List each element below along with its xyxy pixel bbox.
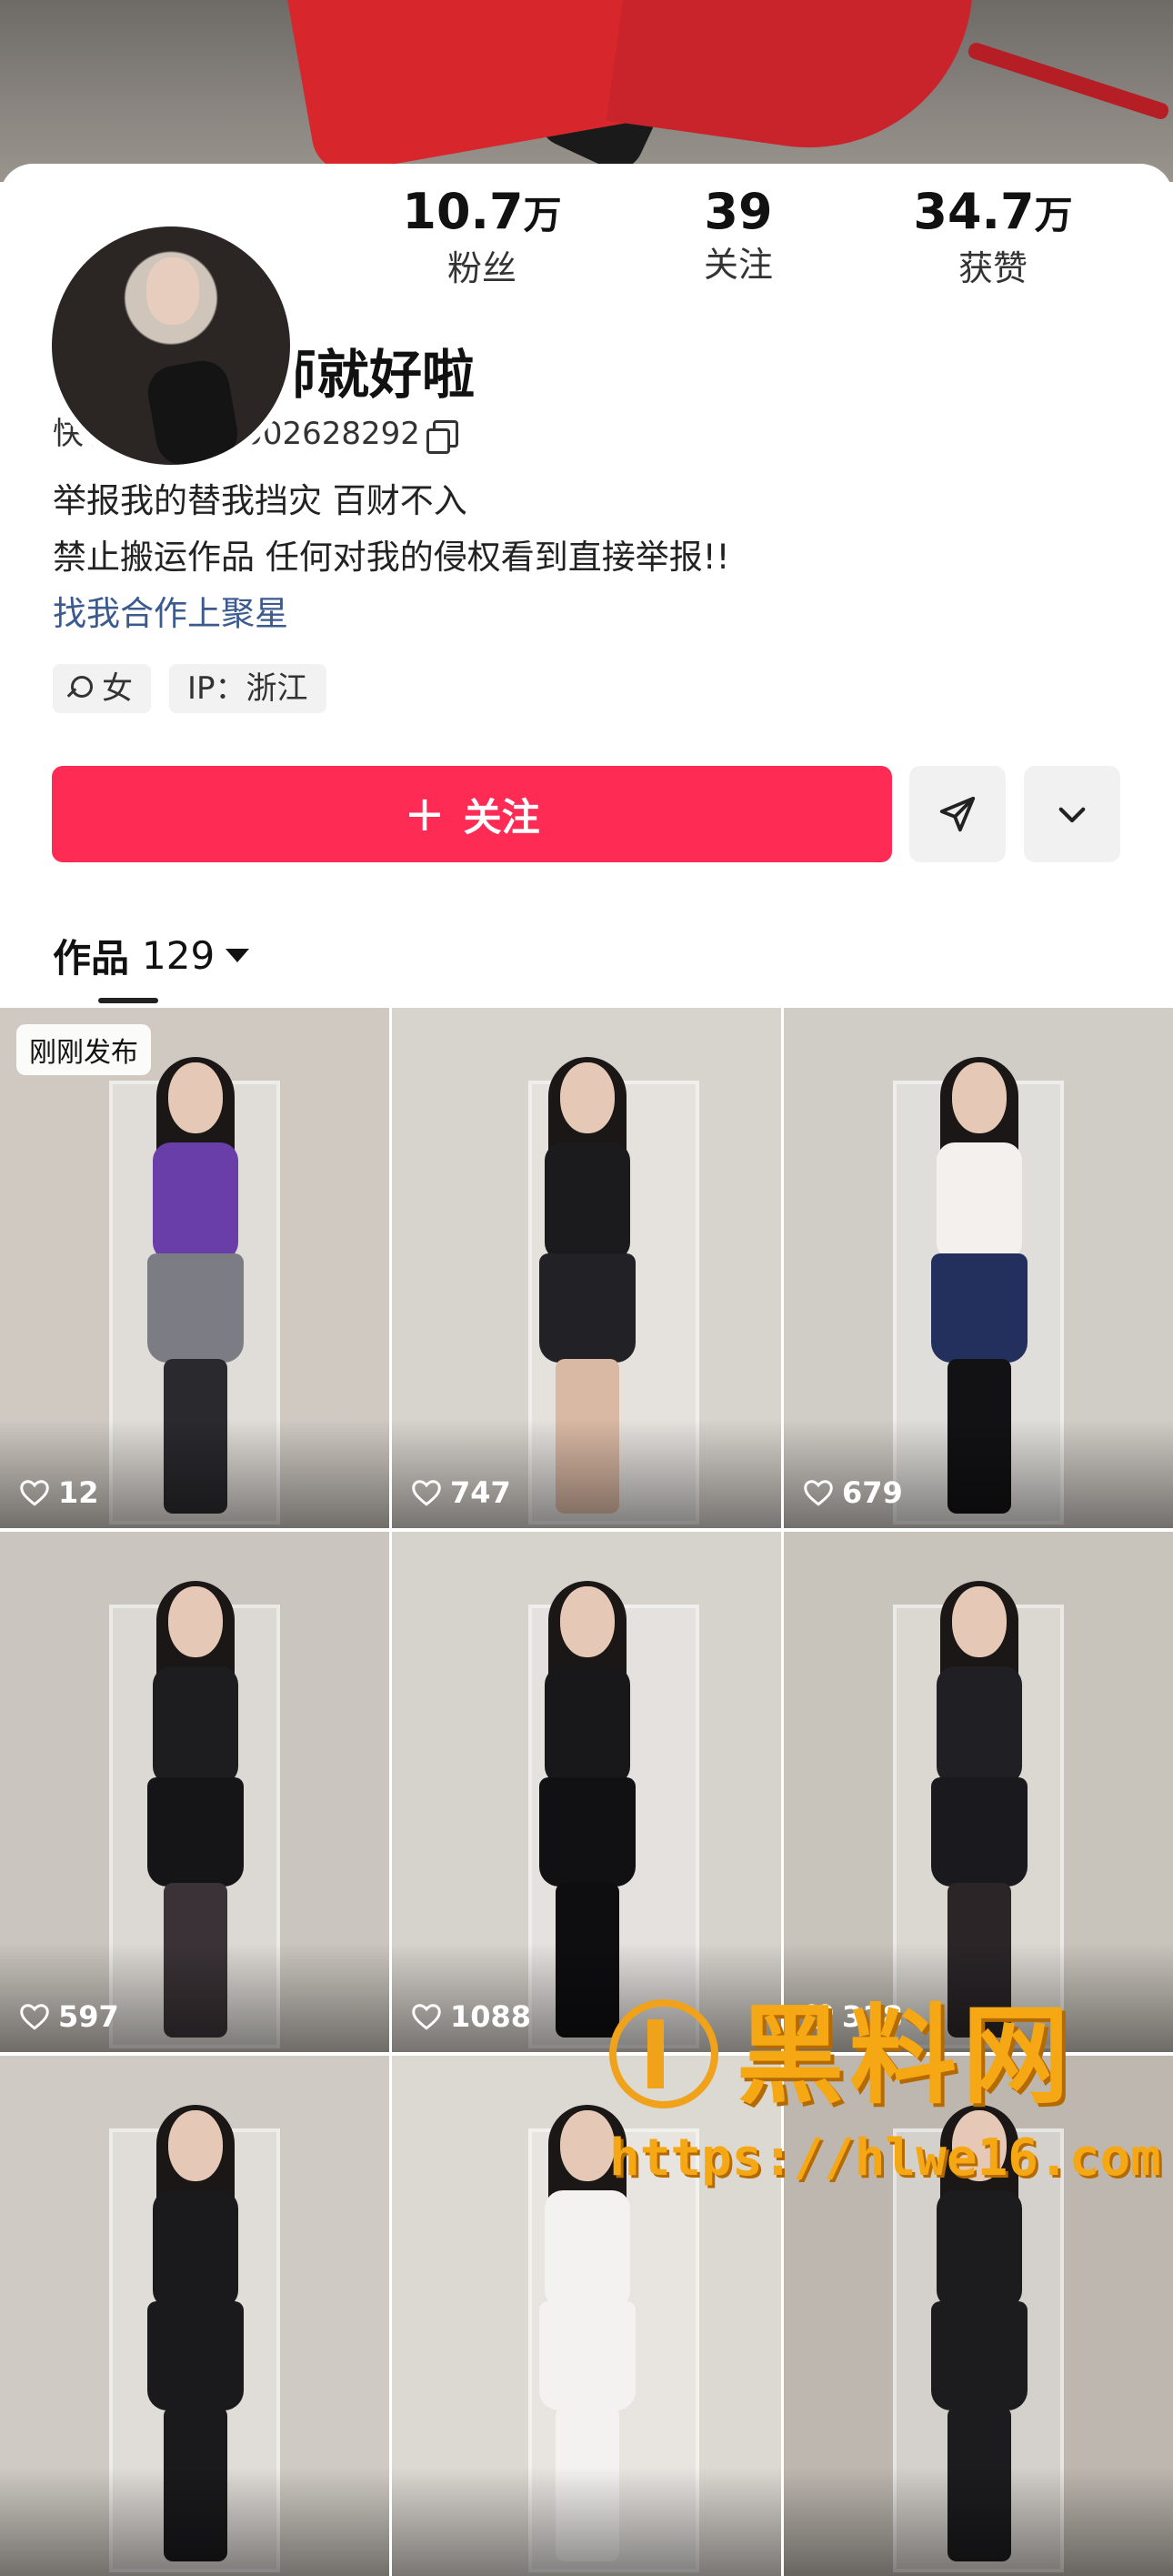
watermark: 黑料网 https://hlwe16.com: [600, 1992, 1173, 2210]
like-count-value: 747: [450, 1475, 511, 1510]
gender-label: 女: [102, 670, 133, 707]
cover-stiletto: [966, 40, 1171, 122]
follow-label: 关注: [463, 794, 540, 840]
tab-underline: [98, 998, 158, 1003]
work-thumbnail[interactable]: 747: [392, 1008, 781, 1528]
bio-line: 禁止搬运作品 任何对我的侵权看到直接举报!!: [53, 538, 730, 577]
following-stat[interactable]: 39 关注: [629, 182, 847, 287]
like-count-value: 597: [58, 1999, 119, 2034]
caret-down-icon: [226, 948, 250, 962]
share-button[interactable]: [909, 766, 1006, 862]
like-count: 747: [410, 1475, 511, 1510]
following-label: 关注: [703, 245, 773, 285]
like-count: 12: [18, 1475, 99, 1510]
likes-unit: 万: [1034, 193, 1073, 237]
send-icon: [939, 796, 976, 832]
thumbnail-shade: [0, 1943, 389, 2052]
following-count: 39: [704, 183, 773, 240]
like-count-value: 1088: [450, 1999, 532, 2034]
like-count-value: 12: [58, 1475, 99, 1510]
chevron-down-icon: [1058, 807, 1086, 823]
thumbnail-shade: [0, 2467, 389, 2576]
followers-stat[interactable]: 10.7万 粉丝: [373, 182, 591, 291]
heart-icon: [412, 1480, 441, 1506]
more-options-button[interactable]: [1024, 766, 1120, 862]
cover-red-heel-right: [606, 0, 977, 169]
ip-tag: IP：浙江: [169, 664, 326, 713]
works-tab-label: 作品: [53, 935, 130, 981]
gender-tag: 女: [53, 664, 151, 713]
bio-line: 举报我的替我挡灾 百财不入: [53, 481, 467, 520]
profile-bio: 举报我的替我挡灾 百财不入 禁止搬运作品 任何对我的侵权看到直接举报!! 找我合…: [53, 473, 729, 642]
work-thumbnail[interactable]: 1088: [392, 1532, 781, 2052]
works-count: 129: [142, 932, 216, 978]
like-count: 1088: [410, 1999, 531, 2034]
follow-button[interactable]: + 关注: [52, 766, 892, 862]
likes-count: 34.7: [913, 183, 1035, 240]
work-thumbnail[interactable]: 597: [0, 1532, 389, 2052]
female-icon: [71, 676, 93, 698]
thumbnail-shade: [392, 1419, 781, 1528]
heart-icon: [804, 1480, 833, 1506]
like-count-value: 679: [842, 1475, 903, 1510]
followers-label: 粉丝: [446, 248, 516, 288]
tab-works[interactable]: 作品 129: [53, 923, 250, 987]
watermark-text: 黑料网: [737, 1993, 1076, 2118]
heart-icon: [20, 2004, 49, 2030]
copy-icon[interactable]: [426, 420, 458, 454]
work-thumbnail[interactable]: 刚刚发布 12: [0, 1008, 389, 1528]
avatar-photo: [52, 226, 290, 465]
work-thumbnail[interactable]: 318: [784, 1532, 1173, 2052]
cover-image: [0, 0, 1173, 182]
followers-unit: 万: [523, 193, 562, 237]
cooperation-link[interactable]: 找我合作上聚星: [53, 586, 729, 642]
followers-count: 10.7: [402, 183, 524, 240]
thumbnail-shade: [784, 1419, 1173, 1528]
avatar[interactable]: [44, 218, 298, 473]
work-thumbnail[interactable]: [0, 2056, 389, 2576]
work-thumbnail[interactable]: 679: [784, 1008, 1173, 1528]
thumbnail-shade: [392, 2467, 781, 2576]
watermark-logo-icon: [609, 1999, 718, 2108]
profile-tags: 女 IP：浙江: [53, 664, 326, 713]
thumbnail-shade: [0, 1419, 389, 1528]
new-post-badge: 刚刚发布: [16, 1024, 151, 1075]
likes-stat[interactable]: 34.7万 获赞: [884, 182, 1102, 291]
watermark-url: https://hlwe16.com: [609, 2128, 1161, 2188]
like-count: 597: [18, 1999, 119, 2034]
like-count: 679: [802, 1475, 903, 1510]
heart-icon: [20, 1480, 49, 1506]
likes-label: 获赞: [957, 248, 1028, 288]
thumbnail-shade: [784, 2467, 1173, 2576]
ip-label: IP：浙江: [187, 670, 308, 707]
heart-icon: [412, 2004, 441, 2030]
plus-icon: +: [404, 785, 446, 842]
